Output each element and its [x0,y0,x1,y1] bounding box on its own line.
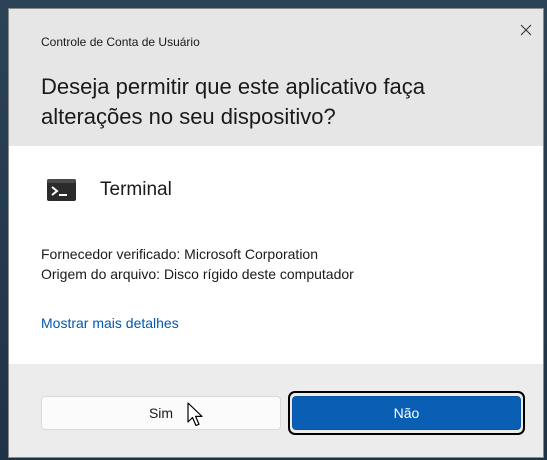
dialog-header: Controle de Conta de Usuário Deseja perm… [9,9,543,146]
mouse-cursor-icon [187,402,203,427]
yes-button[interactable]: Sim [41,396,281,430]
no-button[interactable]: Não [292,396,521,430]
app-info: Fornecedor verificado: Microsoft Corpora… [41,244,354,284]
dialog-question: Deseja permitir que este aplicativo faça… [41,74,425,129]
origin-text: Origem do arquivo: Disco rígido deste co… [41,266,354,282]
app-name: Terminal [100,179,172,200]
close-icon [520,24,532,36]
show-details-link[interactable]: Mostrar mais detalhes [41,315,179,331]
terminal-icon [47,179,76,201]
app-row: Terminal [47,179,172,201]
close-button[interactable] [511,15,541,45]
uac-dialog: Controle de Conta de Usuário Deseja perm… [8,8,544,458]
window-title: Controle de Conta de Usuário [41,35,200,49]
publisher-text: Fornecedor verificado: Microsoft Corpora… [41,246,319,262]
dialog-footer: Sim Não [9,364,543,457]
